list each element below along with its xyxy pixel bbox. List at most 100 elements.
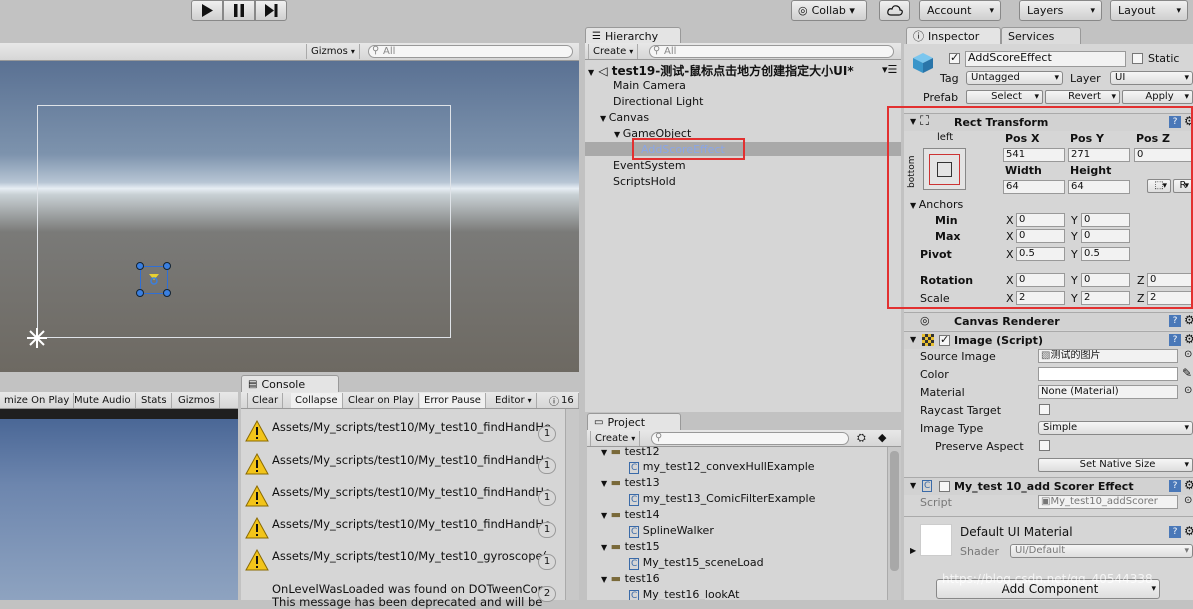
scene-search-input[interactable]: ⚲ All	[368, 45, 573, 58]
raycast-target-checkbox[interactable]	[1039, 404, 1050, 415]
mute-audio-toggle[interactable]: Mute Audio	[70, 393, 136, 408]
console-scrollbar[interactable]	[565, 409, 579, 600]
hierarchy-item-scriptshold[interactable]: ScriptsHold	[613, 175, 676, 188]
object-name-field[interactable]: AddScoreEffect	[965, 51, 1126, 67]
tag-dropdown[interactable]: Untagged	[966, 71, 1063, 85]
error-pause-toggle[interactable]: Error Pause	[420, 393, 486, 408]
source-image-value: 测试的图片	[1050, 350, 1101, 361]
project-script-item[interactable]: C my_test12_convexHullExample	[629, 460, 815, 474]
gear-icon[interactable]: ⚙	[1184, 478, 1193, 492]
layer-dropdown[interactable]: UI	[1110, 71, 1193, 85]
prefab-revert-button[interactable]: Revert	[1045, 90, 1120, 104]
hierarchy-item-eventsystem[interactable]: EventSystem	[613, 159, 686, 172]
target-icon[interactable]: ⊙	[1184, 349, 1192, 360]
console-message[interactable]: OnLevelWasLoaded was found on DOTweenCom	[272, 582, 549, 596]
editor-dropdown[interactable]: Editor ▾	[491, 393, 537, 408]
project-folder-test14[interactable]: ▼ ▬ test14	[601, 508, 660, 521]
layout-dropdown[interactable]: Layout ▾	[1110, 0, 1188, 21]
project-folder-test13[interactable]: ▼ ▬ test13	[601, 476, 660, 489]
gear-icon[interactable]: ⚙	[1184, 524, 1193, 538]
hierarchy-item-directional-light[interactable]: Directional Light	[613, 95, 703, 108]
active-checkbox[interactable]	[949, 51, 960, 64]
play-button[interactable]	[191, 0, 223, 21]
pause-button[interactable]	[223, 0, 255, 21]
handle-dot[interactable]	[136, 262, 144, 270]
gizmos-dropdown[interactable]: Gizmos ▾	[306, 44, 360, 59]
scene-menu-icon[interactable]: ▾☰	[882, 63, 897, 76]
preserve-aspect-checkbox[interactable]	[1039, 440, 1050, 451]
project-create-dropdown[interactable]: Create ▾	[590, 431, 641, 446]
script-component-header[interactable]: ▼ C My_test 10_add Scorer Effect ? ⚙	[904, 477, 1193, 495]
error-count-toggle[interactable]: ⓘ 16	[545, 393, 579, 408]
help-icon[interactable]: ?	[1169, 315, 1181, 327]
hierarchy-item-main-camera[interactable]: Main Camera	[613, 79, 686, 92]
project-scrollbar[interactable]	[887, 447, 901, 600]
layers-dropdown[interactable]: Layers ▾	[1019, 0, 1102, 21]
gizmos-toggle[interactable]: Gizmos	[174, 393, 220, 408]
expand-arrow-icon[interactable]: ▶	[910, 546, 916, 555]
project-folder-test15[interactable]: ▼ ▬ test15	[601, 540, 660, 553]
gear-icon[interactable]: ⚙	[1184, 313, 1193, 327]
color-field[interactable]	[1038, 367, 1178, 381]
hierarchy-tab-label: Hierarchy	[604, 29, 659, 43]
console-message[interactable]: Assets/My_scripts/test10/My_test10_findH…	[272, 420, 551, 434]
project-folder-test16[interactable]: ▼ ▬ test16	[601, 572, 660, 585]
set-native-size-button[interactable]: Set Native Size	[1038, 458, 1193, 472]
help-icon[interactable]: ?	[1169, 526, 1181, 538]
tab-project[interactable]: ▭ Project	[587, 413, 681, 430]
console-message[interactable]: Assets/My_scripts/test10/My_test10_findH…	[272, 485, 551, 499]
tab-hierarchy[interactable]: ☰ Hierarchy	[585, 27, 681, 44]
image-type-dropdown[interactable]: Simple	[1038, 421, 1193, 435]
material-field[interactable]: None (Material)	[1038, 385, 1178, 399]
eyedropper-icon[interactable]: ✎	[1182, 366, 1192, 380]
console-message[interactable]: Assets/My_scripts/test10/My_test10_gyros…	[272, 549, 547, 563]
handle-dot[interactable]	[163, 289, 171, 297]
hierarchy-item-canvas[interactable]: ▼ Canvas	[600, 111, 649, 124]
project-script-item[interactable]: C My_test15_sceneLoad	[629, 556, 764, 570]
maximize-on-play-toggle[interactable]: mize On Play	[0, 393, 75, 408]
prefab-select-button[interactable]: Select	[966, 90, 1043, 104]
collapse-toggle[interactable]: Collapse	[291, 393, 343, 408]
image-enabled-checkbox[interactable]	[939, 333, 950, 346]
account-dropdown[interactable]: Account ▾	[919, 0, 1001, 21]
hierarchy-create-dropdown[interactable]: Create ▾	[588, 44, 639, 59]
canvas-renderer-header[interactable]: ◎ Canvas Renderer ? ⚙	[904, 312, 1193, 330]
console-message[interactable]: Assets/My_scripts/test10/My_test10_findH…	[272, 453, 551, 467]
hierarchy-search-input[interactable]: ⚲ All	[649, 45, 894, 58]
step-button[interactable]	[255, 0, 287, 21]
gear-icon[interactable]: ⚙	[1184, 332, 1193, 346]
help-icon[interactable]: ?	[1169, 480, 1181, 492]
help-icon[interactable]: ?	[1169, 334, 1181, 346]
collab-button[interactable]: ◎ Collab ▾	[791, 0, 867, 21]
prefab-apply-button[interactable]: Apply	[1122, 90, 1193, 104]
console-message[interactable]: Assets/My_scripts/test10/My_test10_findH…	[272, 517, 551, 531]
game-viewport[interactable]	[0, 409, 238, 600]
clear-button[interactable]: Clear	[247, 393, 284, 408]
project-script-item[interactable]: C my_test13_ComicFilterExample	[629, 492, 815, 506]
image-script-header[interactable]: ▼ Image (Script) ? ⚙	[904, 331, 1193, 349]
target-icon[interactable]: ⊙	[1184, 495, 1192, 506]
filter-type-icon[interactable]: ⛭	[857, 431, 866, 445]
script-enabled-checkbox[interactable]	[939, 481, 950, 492]
clear-on-play-toggle[interactable]: Clear on Play	[344, 393, 419, 408]
source-image-field[interactable]: ▧测试的图片	[1038, 349, 1178, 363]
target-icon[interactable]: ⊙	[1184, 385, 1192, 396]
project-search-input[interactable]: ⚲	[651, 432, 849, 445]
handle-dot[interactable]	[163, 262, 171, 270]
static-checkbox[interactable]	[1132, 53, 1143, 64]
handle-dot[interactable]	[136, 289, 144, 297]
project-folder-test12[interactable]: ▼ ▬ test12	[601, 447, 660, 458]
warning-icon	[245, 452, 269, 475]
project-script-item[interactable]: C SplineWalker	[629, 524, 714, 538]
filter-label-icon[interactable]: ◆	[878, 431, 886, 444]
tab-services[interactable]: Services	[1001, 27, 1081, 44]
scene-viewport[interactable]	[0, 61, 579, 372]
scene-root[interactable]: ▼ ◁ test19-测试-鼠标点击地方创建指定大小UI*	[588, 62, 854, 79]
stats-toggle[interactable]: Stats	[137, 393, 172, 408]
layout-label: Layout	[1118, 4, 1156, 17]
tab-inspector[interactable]: ⓘ Inspector	[906, 27, 1001, 44]
cloud-button[interactable]	[879, 0, 910, 21]
anchor-icon[interactable]	[25, 326, 49, 350]
tab-console[interactable]: ▤ Console	[241, 375, 339, 392]
project-script-item[interactable]: C My_test16_lookAt	[629, 588, 739, 600]
